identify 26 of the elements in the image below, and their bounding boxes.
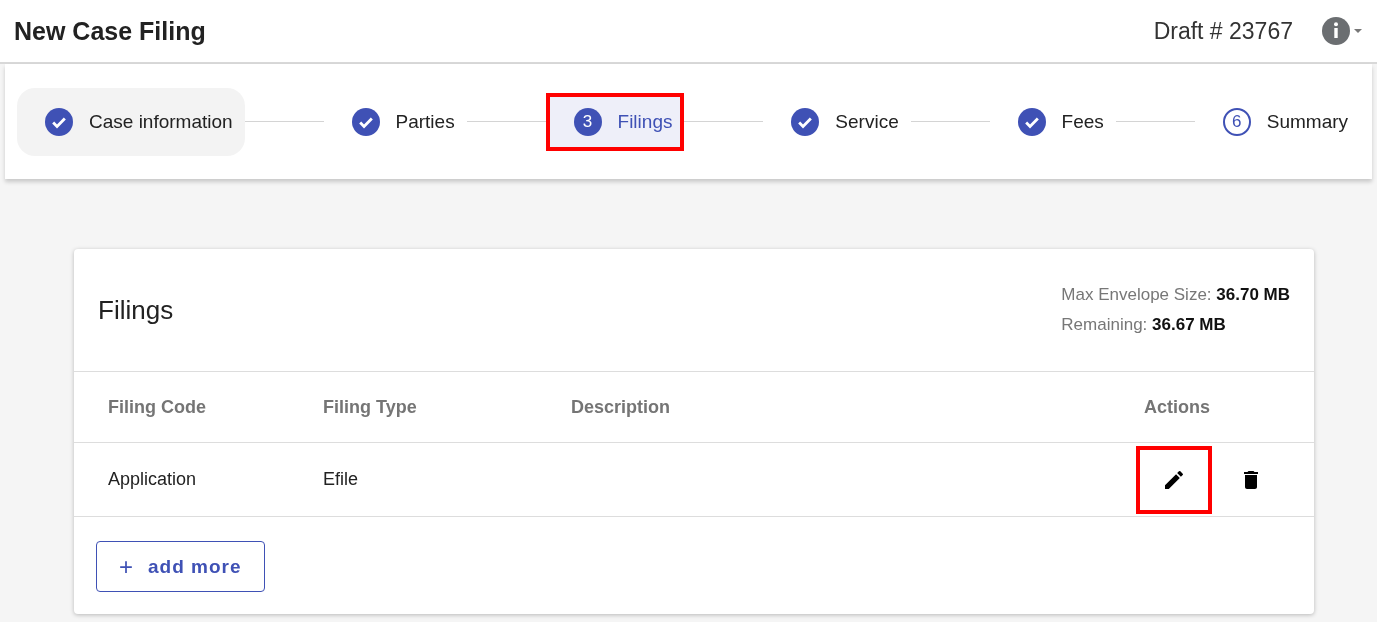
step-tab[interactable]: Case information	[17, 87, 245, 156]
check-circle-icon	[45, 107, 73, 136]
column-header: Filing Code	[108, 396, 207, 418]
check-circle-icon	[351, 107, 380, 136]
draft-number: Draft # 23767	[1153, 17, 1293, 45]
check-circle-icon	[791, 107, 820, 136]
table-cell-text: Efile	[323, 469, 359, 490]
column-header: Actions	[1144, 396, 1211, 418]
page-title: New Case Filing	[14, 16, 206, 46]
column-header: Filing Type	[323, 396, 418, 418]
envelope-size-text: Max Envelope Size: 36.70 MB	[1061, 285, 1290, 305]
edit-button[interactable]	[1136, 445, 1212, 514]
column-header: Description	[571, 396, 672, 418]
remaining-size-text: Remaining: 36.67 MB	[1061, 315, 1227, 335]
step-tab[interactable]: 3 Filings	[545, 92, 685, 151]
step-tab[interactable]: Service	[763, 87, 911, 156]
check-circle-icon	[1017, 107, 1046, 136]
step-tab[interactable]: 6 Summary	[1194, 87, 1361, 156]
card-title: Filings	[98, 294, 174, 326]
step-number: 6	[1222, 107, 1251, 136]
add-more-button[interactable]: + add more	[96, 541, 265, 592]
step-tab[interactable]: Parties	[323, 87, 467, 156]
step-number: 3	[573, 107, 602, 136]
info-menu-button[interactable]	[1321, 16, 1363, 46]
table-cell-text: Application	[108, 469, 198, 490]
step-tab[interactable]: Fees	[989, 87, 1116, 156]
